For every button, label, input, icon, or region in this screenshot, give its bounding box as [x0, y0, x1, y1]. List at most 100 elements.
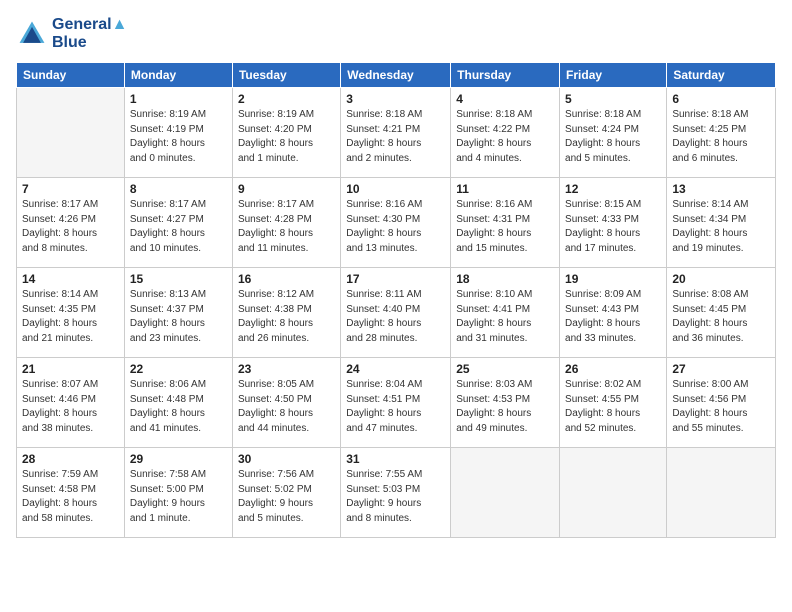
- day-info: Sunrise: 8:08 AM Sunset: 4:45 PM Dayligh…: [672, 288, 770, 346]
- day-number: 29: [130, 452, 227, 466]
- day-number: 19: [565, 272, 661, 286]
- week-row: 14Sunrise: 8:14 AM Sunset: 4:35 PM Dayli…: [17, 268, 776, 358]
- day-info: Sunrise: 8:19 AM Sunset: 4:19 PM Dayligh…: [130, 108, 227, 166]
- day-number: 20: [672, 272, 770, 286]
- day-info: Sunrise: 8:18 AM Sunset: 4:21 PM Dayligh…: [346, 108, 445, 166]
- day-number: 30: [238, 452, 335, 466]
- day-number: 12: [565, 182, 661, 196]
- week-row: 1 Sunrise: 8:19 AM Sunset: 4:19 PM Daylig…: [17, 88, 776, 178]
- day-number: 3: [346, 92, 445, 106]
- dow-header-sunday: Sunday: [17, 63, 125, 88]
- day-number: 28: [22, 452, 119, 466]
- day-info: Sunrise: 8:12 AM Sunset: 4:38 PM Dayligh…: [238, 288, 335, 346]
- day-info: Sunrise: 8:09 AM Sunset: 4:43 PM Dayligh…: [565, 288, 661, 346]
- day-info: Sunrise: 7:55 AM Sunset: 5:03 PM Dayligh…: [346, 468, 445, 526]
- calendar-cell: 20 Sunrise: 8:08 AM Sunset: 4:45 PM Dayli…: [667, 268, 776, 358]
- day-number: 16: [238, 272, 335, 286]
- day-number: 14: [22, 272, 119, 286]
- calendar-cell: [17, 88, 125, 178]
- day-info: Sunrise: 8:05 AM Sunset: 4:50 PM Dayligh…: [238, 378, 335, 436]
- calendar-cell: 29 Sunrise: 7:58 AM Sunset: 5:00 PM Dayli…: [124, 448, 232, 538]
- day-info: Sunrise: 7:58 AM Sunset: 5:00 PM Dayligh…: [130, 468, 227, 526]
- day-info: Sunrise: 8:16 AM Sunset: 4:31 PM Dayligh…: [456, 198, 554, 256]
- day-number: 10: [346, 182, 445, 196]
- calendar-cell: 8 Sunrise: 8:17 AM Sunset: 4:27 PM Daylig…: [124, 178, 232, 268]
- day-number: 24: [346, 362, 445, 376]
- calendar-cell: 17Sunrise: 8:11 AM Sunset: 4:40 PM Dayli…: [341, 268, 451, 358]
- day-info: Sunrise: 7:59 AM Sunset: 4:58 PM Dayligh…: [22, 468, 119, 526]
- day-number: 9: [238, 182, 335, 196]
- logo-icon: [16, 18, 48, 50]
- calendar-cell: 26 Sunrise: 8:02 AM Sunset: 4:55 PM Dayli…: [560, 358, 667, 448]
- calendar-cell: 19 Sunrise: 8:09 AM Sunset: 4:43 PM Dayli…: [560, 268, 667, 358]
- calendar-cell: 14Sunrise: 8:14 AM Sunset: 4:35 PM Dayli…: [17, 268, 125, 358]
- day-number: 23: [238, 362, 335, 376]
- calendar-cell: 4Sunrise: 8:18 AM Sunset: 4:22 PM Daylig…: [451, 88, 560, 178]
- calendar-cell: [560, 448, 667, 538]
- calendar-cell: 2 Sunrise: 8:19 AM Sunset: 4:20 PM Daylig…: [232, 88, 340, 178]
- day-number: 13: [672, 182, 770, 196]
- day-info: Sunrise: 8:03 AM Sunset: 4:53 PM Dayligh…: [456, 378, 554, 436]
- dow-header-saturday: Saturday: [667, 63, 776, 88]
- day-number: 5: [565, 92, 661, 106]
- calendar-cell: 7 Sunrise: 8:17 AM Sunset: 4:26 PM Daylig…: [17, 178, 125, 268]
- calendar-cell: 13 Sunrise: 8:14 AM Sunset: 4:34 PM Dayli…: [667, 178, 776, 268]
- dow-header-friday: Friday: [560, 63, 667, 88]
- day-info: Sunrise: 8:18 AM Sunset: 4:24 PM Dayligh…: [565, 108, 661, 166]
- day-info: Sunrise: 8:18 AM Sunset: 4:25 PM Dayligh…: [672, 108, 770, 166]
- dow-header-tuesday: Tuesday: [232, 63, 340, 88]
- calendar-cell: [667, 448, 776, 538]
- day-number: 1: [130, 92, 227, 106]
- day-number: 21: [22, 362, 119, 376]
- day-number: 8: [130, 182, 227, 196]
- calendar-cell: 18 Sunrise: 8:10 AM Sunset: 4:41 PM Dayli…: [451, 268, 560, 358]
- day-info: Sunrise: 8:02 AM Sunset: 4:55 PM Dayligh…: [565, 378, 661, 436]
- day-info: Sunrise: 8:14 AM Sunset: 4:34 PM Dayligh…: [672, 198, 770, 256]
- day-info: Sunrise: 8:04 AM Sunset: 4:51 PM Dayligh…: [346, 378, 445, 436]
- day-number: 25: [456, 362, 554, 376]
- header: General▲ Blue: [16, 16, 776, 52]
- calendar-cell: 21Sunrise: 8:07 AM Sunset: 4:46 PM Dayli…: [17, 358, 125, 448]
- calendar-cell: 5 Sunrise: 8:18 AM Sunset: 4:24 PM Daylig…: [560, 88, 667, 178]
- logo: General▲ Blue: [16, 16, 127, 52]
- calendar-cell: 22 Sunrise: 8:06 AM Sunset: 4:48 PM Dayli…: [124, 358, 232, 448]
- day-info: Sunrise: 8:19 AM Sunset: 4:20 PM Dayligh…: [238, 108, 335, 166]
- day-number: 6: [672, 92, 770, 106]
- day-number: 18: [456, 272, 554, 286]
- day-number: 31: [346, 452, 445, 466]
- dow-header-wednesday: Wednesday: [341, 63, 451, 88]
- week-row: 21Sunrise: 8:07 AM Sunset: 4:46 PM Dayli…: [17, 358, 776, 448]
- day-info: Sunrise: 8:17 AM Sunset: 4:26 PM Dayligh…: [22, 198, 119, 256]
- calendar-cell: 11 Sunrise: 8:16 AM Sunset: 4:31 PM Dayli…: [451, 178, 560, 268]
- day-number: 22: [130, 362, 227, 376]
- day-info: Sunrise: 8:13 AM Sunset: 4:37 PM Dayligh…: [130, 288, 227, 346]
- calendar-table: SundayMondayTuesdayWednesdayThursdayFrid…: [16, 62, 776, 538]
- day-number: 26: [565, 362, 661, 376]
- calendar-cell: 3 Sunrise: 8:18 AM Sunset: 4:21 PM Daylig…: [341, 88, 451, 178]
- calendar-cell: 16 Sunrise: 8:12 AM Sunset: 4:38 PM Dayli…: [232, 268, 340, 358]
- day-info: Sunrise: 8:10 AM Sunset: 4:41 PM Dayligh…: [456, 288, 554, 346]
- day-number: 2: [238, 92, 335, 106]
- calendar-cell: 25 Sunrise: 8:03 AM Sunset: 4:53 PM Dayli…: [451, 358, 560, 448]
- day-number: 7: [22, 182, 119, 196]
- calendar-cell: [451, 448, 560, 538]
- day-number: 11: [456, 182, 554, 196]
- calendar-cell: 24 Sunrise: 8:04 AM Sunset: 4:51 PM Dayli…: [341, 358, 451, 448]
- day-info: Sunrise: 8:00 AM Sunset: 4:56 PM Dayligh…: [672, 378, 770, 436]
- calendar-cell: 30 Sunrise: 7:56 AM Sunset: 5:02 PM Dayli…: [232, 448, 340, 538]
- day-info: Sunrise: 8:18 AM Sunset: 4:22 PM Dayligh…: [456, 108, 554, 166]
- calendar-cell: 28 Sunrise: 7:59 AM Sunset: 4:58 PM Dayli…: [17, 448, 125, 538]
- day-info: Sunrise: 7:56 AM Sunset: 5:02 PM Dayligh…: [238, 468, 335, 526]
- day-number: 27: [672, 362, 770, 376]
- calendar-cell: 31 Sunrise: 7:55 AM Sunset: 5:03 PM Dayli…: [341, 448, 451, 538]
- day-info: Sunrise: 8:17 AM Sunset: 4:27 PM Dayligh…: [130, 198, 227, 256]
- page: General▲ Blue SundayMondayTuesdayWednesd…: [0, 0, 792, 612]
- day-info: Sunrise: 8:06 AM Sunset: 4:48 PM Dayligh…: [130, 378, 227, 436]
- calendar-cell: 23 Sunrise: 8:05 AM Sunset: 4:50 PM Dayli…: [232, 358, 340, 448]
- calendar-cell: 6 Sunrise: 8:18 AM Sunset: 4:25 PM Daylig…: [667, 88, 776, 178]
- day-number: 17: [346, 272, 445, 286]
- calendar-cell: 10Sunrise: 8:16 AM Sunset: 4:30 PM Dayli…: [341, 178, 451, 268]
- calendar-cell: 9Sunrise: 8:17 AM Sunset: 4:28 PM Daylig…: [232, 178, 340, 268]
- calendar-cell: 1 Sunrise: 8:19 AM Sunset: 4:19 PM Daylig…: [124, 88, 232, 178]
- calendar-cell: 12Sunrise: 8:15 AM Sunset: 4:33 PM Dayli…: [560, 178, 667, 268]
